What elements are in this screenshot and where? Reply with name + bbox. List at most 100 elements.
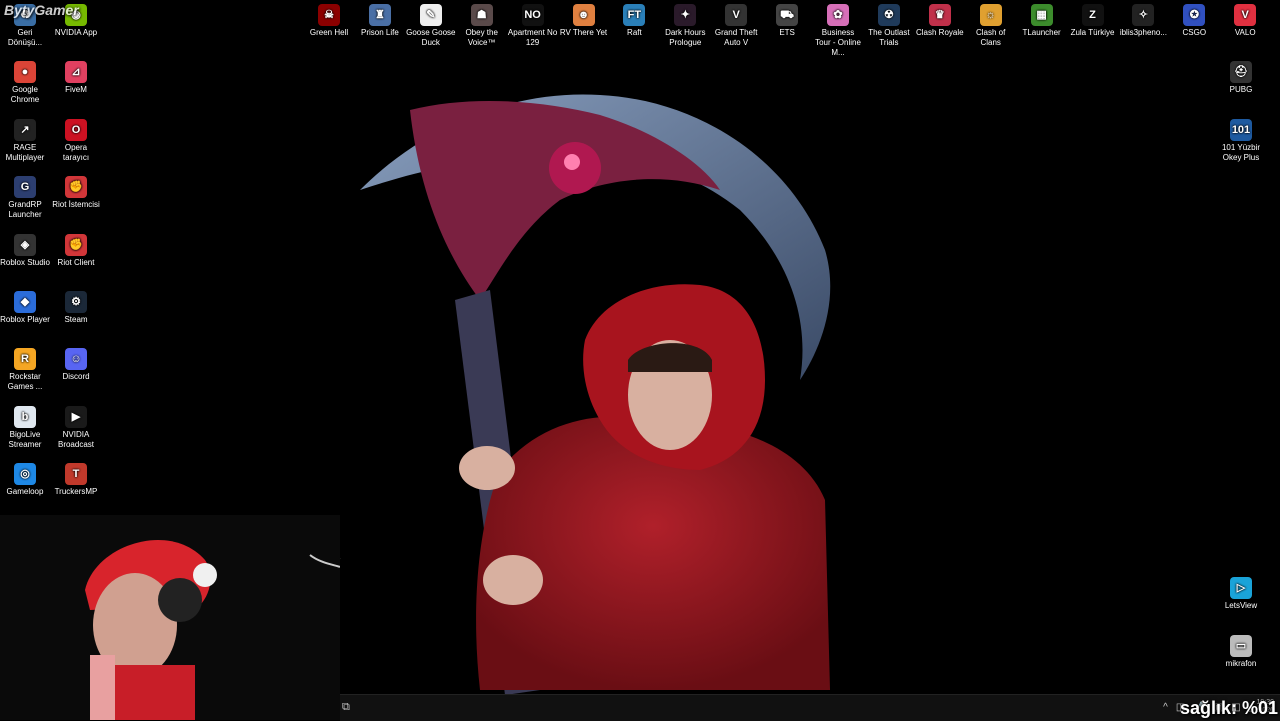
desktop-icon-label: RV There Yet: [559, 28, 608, 37]
desktop-icon-label: Business Tour - Online M...: [815, 28, 861, 57]
desktop-icon-grandrp[interactable]: G GrandRP Launcher: [0, 172, 50, 220]
desktop-icon-discord[interactable]: ☺ Discord: [51, 344, 101, 382]
desktop-icon-label: ETS: [779, 28, 795, 37]
desktop-icon-okey-plus[interactable]: 101 101 Yüzbir Okey Plus: [1216, 115, 1266, 163]
desktop-icon-label: Discord: [62, 372, 90, 382]
desktop-icon-label: mikrafon: [1225, 659, 1257, 668]
desktop-icon-rv-there-yet[interactable]: ☻ RV There Yet: [559, 0, 609, 38]
desktop-icon-ets[interactable]: ⛟ ETS: [762, 0, 812, 38]
business-tour-icon: ✿: [827, 4, 849, 26]
desktop-icon-label: Rockstar Games ...: [7, 372, 43, 392]
desktop-icon-gameloop[interactable]: ◎ Gameloop: [0, 459, 50, 497]
desktop-icon-letsview[interactable]: ▷ LetsView: [1216, 573, 1266, 611]
desktop-icon-green-hell[interactable]: ☠ Green Hell: [304, 0, 354, 38]
desktop-icon-label: TruckersMP: [54, 487, 98, 497]
desktop-icon-label: PUBG: [1229, 85, 1253, 94]
desktop-icon-opera[interactable]: O Opera tarayıcı: [51, 115, 101, 163]
desktop-icon-riot-client[interactable]: ✊ Riot Client: [51, 230, 101, 268]
tlauncher-icon: ▦: [1030, 4, 1053, 26]
hand-lower: [483, 555, 543, 605]
tray-overflow-chevron-icon[interactable]: ^: [1163, 702, 1168, 713]
desktop-icon-label: FiveM: [65, 85, 87, 95]
desktop-icon-label: NVIDIA App: [54, 28, 98, 37]
discord-icon: ☺: [65, 348, 87, 371]
truckersmp-icon: T: [65, 463, 87, 486]
letsview-icon: ▷: [1230, 577, 1252, 599]
desktop-icon-chrome[interactable]: ● Google Chrome: [0, 57, 50, 105]
desktop-icon-outlast-trials[interactable]: ☢ The Outlast Trials: [864, 0, 914, 48]
desktop-icon-label: RAGE Multiplayer: [5, 142, 45, 162]
valorant-icon: V: [1234, 4, 1257, 26]
microphone-file-icon: ▭: [1230, 635, 1252, 657]
desktop-icon-label: Obey the Voice™: [465, 28, 498, 47]
desktop-icon-label: Riot İstemcisi: [52, 200, 100, 210]
zula-icon: Z: [1081, 4, 1104, 26]
desktop-icon-label: Raft: [627, 28, 642, 37]
desktop-icon-business-tour[interactable]: ✿ Business Tour - Online M...: [813, 0, 863, 58]
desktop-icon-gta-v[interactable]: V Grand Theft Auto V: [711, 0, 761, 48]
okey-plus-icon: 101: [1230, 119, 1252, 141]
desktop-icon-label: Roblox Studio: [0, 257, 50, 267]
desktop-icon-truckersmp[interactable]: T TruckersMP: [51, 459, 101, 497]
desktop-icon-label: Clash Royale: [916, 28, 964, 37]
webcam-overlay: [0, 515, 340, 720]
desktop-icon-label: Clash of Clans: [976, 28, 1006, 47]
desktop-icon-iblis[interactable]: ✧ iblis3pheno...: [1118, 0, 1168, 38]
desktop-icon-label: Grand Theft Auto V: [714, 28, 758, 47]
roblox-player-icon: ◆: [14, 291, 36, 313]
desktop-icon-goose-goose-duck[interactable]: ✎ Goose Goose Duck: [406, 0, 456, 48]
desktop-icon-label: BigoLive Streamer: [8, 429, 42, 449]
desktop-icon-clash-royale[interactable]: ♛ Clash Royale: [915, 0, 965, 38]
desktop-icon-apartment[interactable]: NO Apartment No 129: [508, 0, 558, 48]
desktop-icon-nvidia-broadcast[interactable]: ▶ NVIDIA Broadcast: [51, 402, 101, 450]
start-button[interactable]: ⧉: [342, 701, 350, 714]
desktop-icon-roblox-player[interactable]: ◆ Roblox Player: [0, 287, 50, 325]
desktop-icon-label: Green Hell: [309, 28, 349, 37]
rage-icon: ↗: [14, 118, 36, 141]
desktop-icon-label: Goose Goose Duck: [406, 28, 456, 47]
desktop-icon-rage[interactable]: ↗ RAGE Multiplayer: [0, 115, 50, 163]
desktop-icon-dark-hours[interactable]: ✦ Dark Hours Prologue: [660, 0, 710, 48]
taskbar: ⧉ ^ ◫ 🎤 ▣ ◧ 19:30 2...2026: [340, 694, 1280, 721]
desktop-icon-valorant[interactable]: V VALO: [1220, 0, 1270, 38]
riot-client-icon: ✊: [65, 176, 87, 199]
desktop-icon-label: NVIDIA Broadcast: [57, 429, 95, 449]
desktop-icon-label: Dark Hours Prologue: [665, 28, 706, 47]
desktop-icon-label: Zula Türkiye: [1070, 28, 1115, 37]
csgo-icon: ✪: [1183, 4, 1206, 26]
watermark-text: BytyGamer: [4, 2, 79, 18]
desktop-icon-prison-life[interactable]: ♜ Prison Life: [355, 0, 405, 38]
desktop-icon-label: Google Chrome: [10, 85, 40, 105]
rockstar-icon: R: [14, 348, 36, 371]
opera-icon: O: [65, 118, 87, 141]
desktop-icon-label: CSGO: [1182, 28, 1207, 37]
streamer-webcam: [0, 515, 340, 720]
desktop-icon-pubg[interactable]: ⛑ PUBG: [1216, 57, 1266, 95]
desktop-icon-label: iblis3pheno...: [1119, 28, 1167, 37]
health-overlay-text: sağlık: %01: [1180, 698, 1279, 718]
desktop-icon-rockstar[interactable]: R Rockstar Games ...: [0, 344, 50, 392]
hand-upper: [459, 446, 515, 490]
desktop-icon-roblox-studio[interactable]: ◈ Roblox Studio: [0, 230, 50, 268]
desktop-icon-microphone-file[interactable]: ▭ mikrafon: [1216, 631, 1266, 669]
roblox-studio-icon: ◈: [14, 233, 36, 256]
desktop-icon-bigolive[interactable]: b BigoLive Streamer: [0, 402, 50, 450]
pubg-icon: ⛑: [1230, 61, 1252, 83]
desktop-icon-label: Apartment No 129: [507, 28, 558, 47]
desktop-icon-label: GrandRP Launcher: [8, 200, 42, 220]
desktop-icon-label: VALO: [1234, 28, 1256, 37]
outlast-trials-icon: ☢: [877, 4, 900, 26]
desktop-icon-riot-client[interactable]: ✊ Riot İstemcisi: [51, 172, 101, 210]
chrome-icon: ●: [14, 61, 36, 84]
desktop-icon-fivem[interactable]: ⊿ FiveM: [51, 57, 101, 95]
desktop-icon-steam[interactable]: ⚙ Steam: [51, 287, 101, 325]
desktop-icon-csgo[interactable]: ✪ CSGO: [1169, 0, 1219, 38]
desktop-icon-zula[interactable]: Z Zula Türkiye: [1068, 0, 1118, 38]
desktop-icon-clash-of-clans[interactable]: ☼ Clash of Clans: [966, 0, 1016, 48]
desktop-icon-tlauncher[interactable]: ▦ TLauncher: [1017, 0, 1067, 38]
iblis-icon: ✧: [1132, 4, 1155, 26]
desktop-icon-obey-the-voice[interactable]: ☗ Obey the Voice™: [457, 0, 507, 48]
raft-icon: FT: [623, 4, 646, 26]
desktop-icon-raft[interactable]: FT Raft: [609, 0, 659, 38]
desktop-icon-label: Steam: [64, 315, 88, 324]
